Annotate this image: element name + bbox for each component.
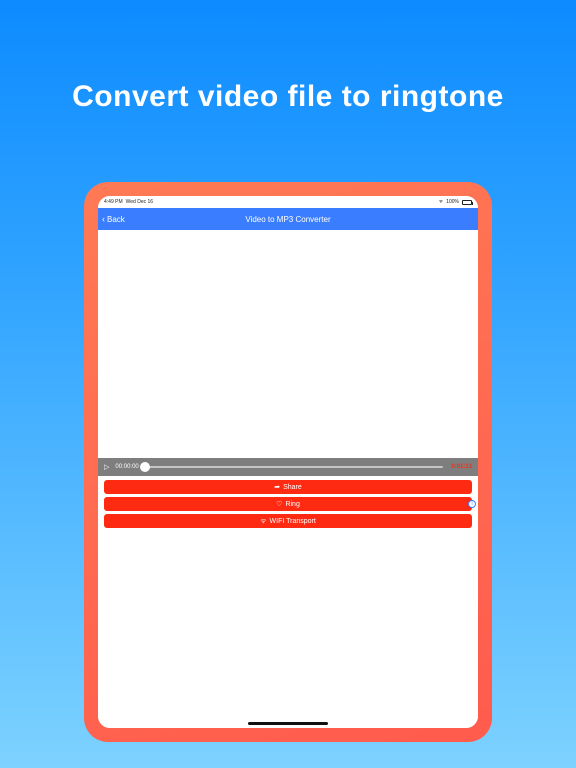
ring-label: Ring: [285, 501, 299, 508]
battery-percent: 100%: [446, 199, 459, 205]
promo-background: Convert video file to ringtone 4:49 PM W…: [0, 0, 576, 768]
action-buttons: ➦ Share ♡ Ring ᯤ WIFI Transport i: [98, 476, 478, 532]
total-time: 0:01:13: [451, 464, 472, 470]
promo-headline: Convert video file to ringtone: [0, 80, 576, 114]
ring-button[interactable]: ♡ Ring: [104, 497, 472, 511]
page-title: Video to MP3 Converter: [245, 215, 330, 224]
share-label: Share: [283, 484, 302, 491]
nav-bar: ‹ Back Video to MP3 Converter: [98, 208, 478, 230]
chevron-left-icon: ‹: [102, 215, 105, 224]
seek-thumb[interactable]: [140, 462, 150, 472]
empty-area: [98, 532, 478, 728]
wifi-label: WIFI Transport: [270, 518, 316, 525]
back-button[interactable]: ‹ Back: [102, 215, 125, 224]
device-frame: 4:49 PM Wed Dec 16 ᯤ 100% ‹ Back Video t…: [84, 182, 492, 742]
wifi-icon: ᯤ: [439, 199, 444, 205]
share-button[interactable]: ➦ Share: [104, 480, 472, 494]
play-icon[interactable]: ▷: [104, 463, 109, 471]
back-label: Back: [107, 215, 125, 224]
wifi-transport-button[interactable]: ᯤ WIFI Transport: [104, 514, 472, 528]
status-date: Wed Dec 16: [126, 199, 153, 205]
device-screen: 4:49 PM Wed Dec 16 ᯤ 100% ‹ Back Video t…: [98, 196, 478, 728]
status-bar: 4:49 PM Wed Dec 16 ᯤ 100%: [98, 196, 478, 208]
video-preview-area: [98, 230, 478, 458]
home-indicator: [248, 722, 328, 725]
battery-icon: [462, 200, 472, 205]
share-icon: ➦: [274, 483, 280, 491]
bell-icon: ♡: [276, 500, 282, 508]
seek-track[interactable]: [145, 466, 444, 468]
playback-bar[interactable]: ▷ 00:00:00 0:01:13: [98, 458, 478, 476]
wifi-icon: ᯤ: [260, 517, 266, 526]
info-icon[interactable]: i: [468, 500, 476, 508]
status-time: 4:49 PM: [104, 199, 123, 205]
current-time: 00:00:00: [115, 464, 138, 470]
